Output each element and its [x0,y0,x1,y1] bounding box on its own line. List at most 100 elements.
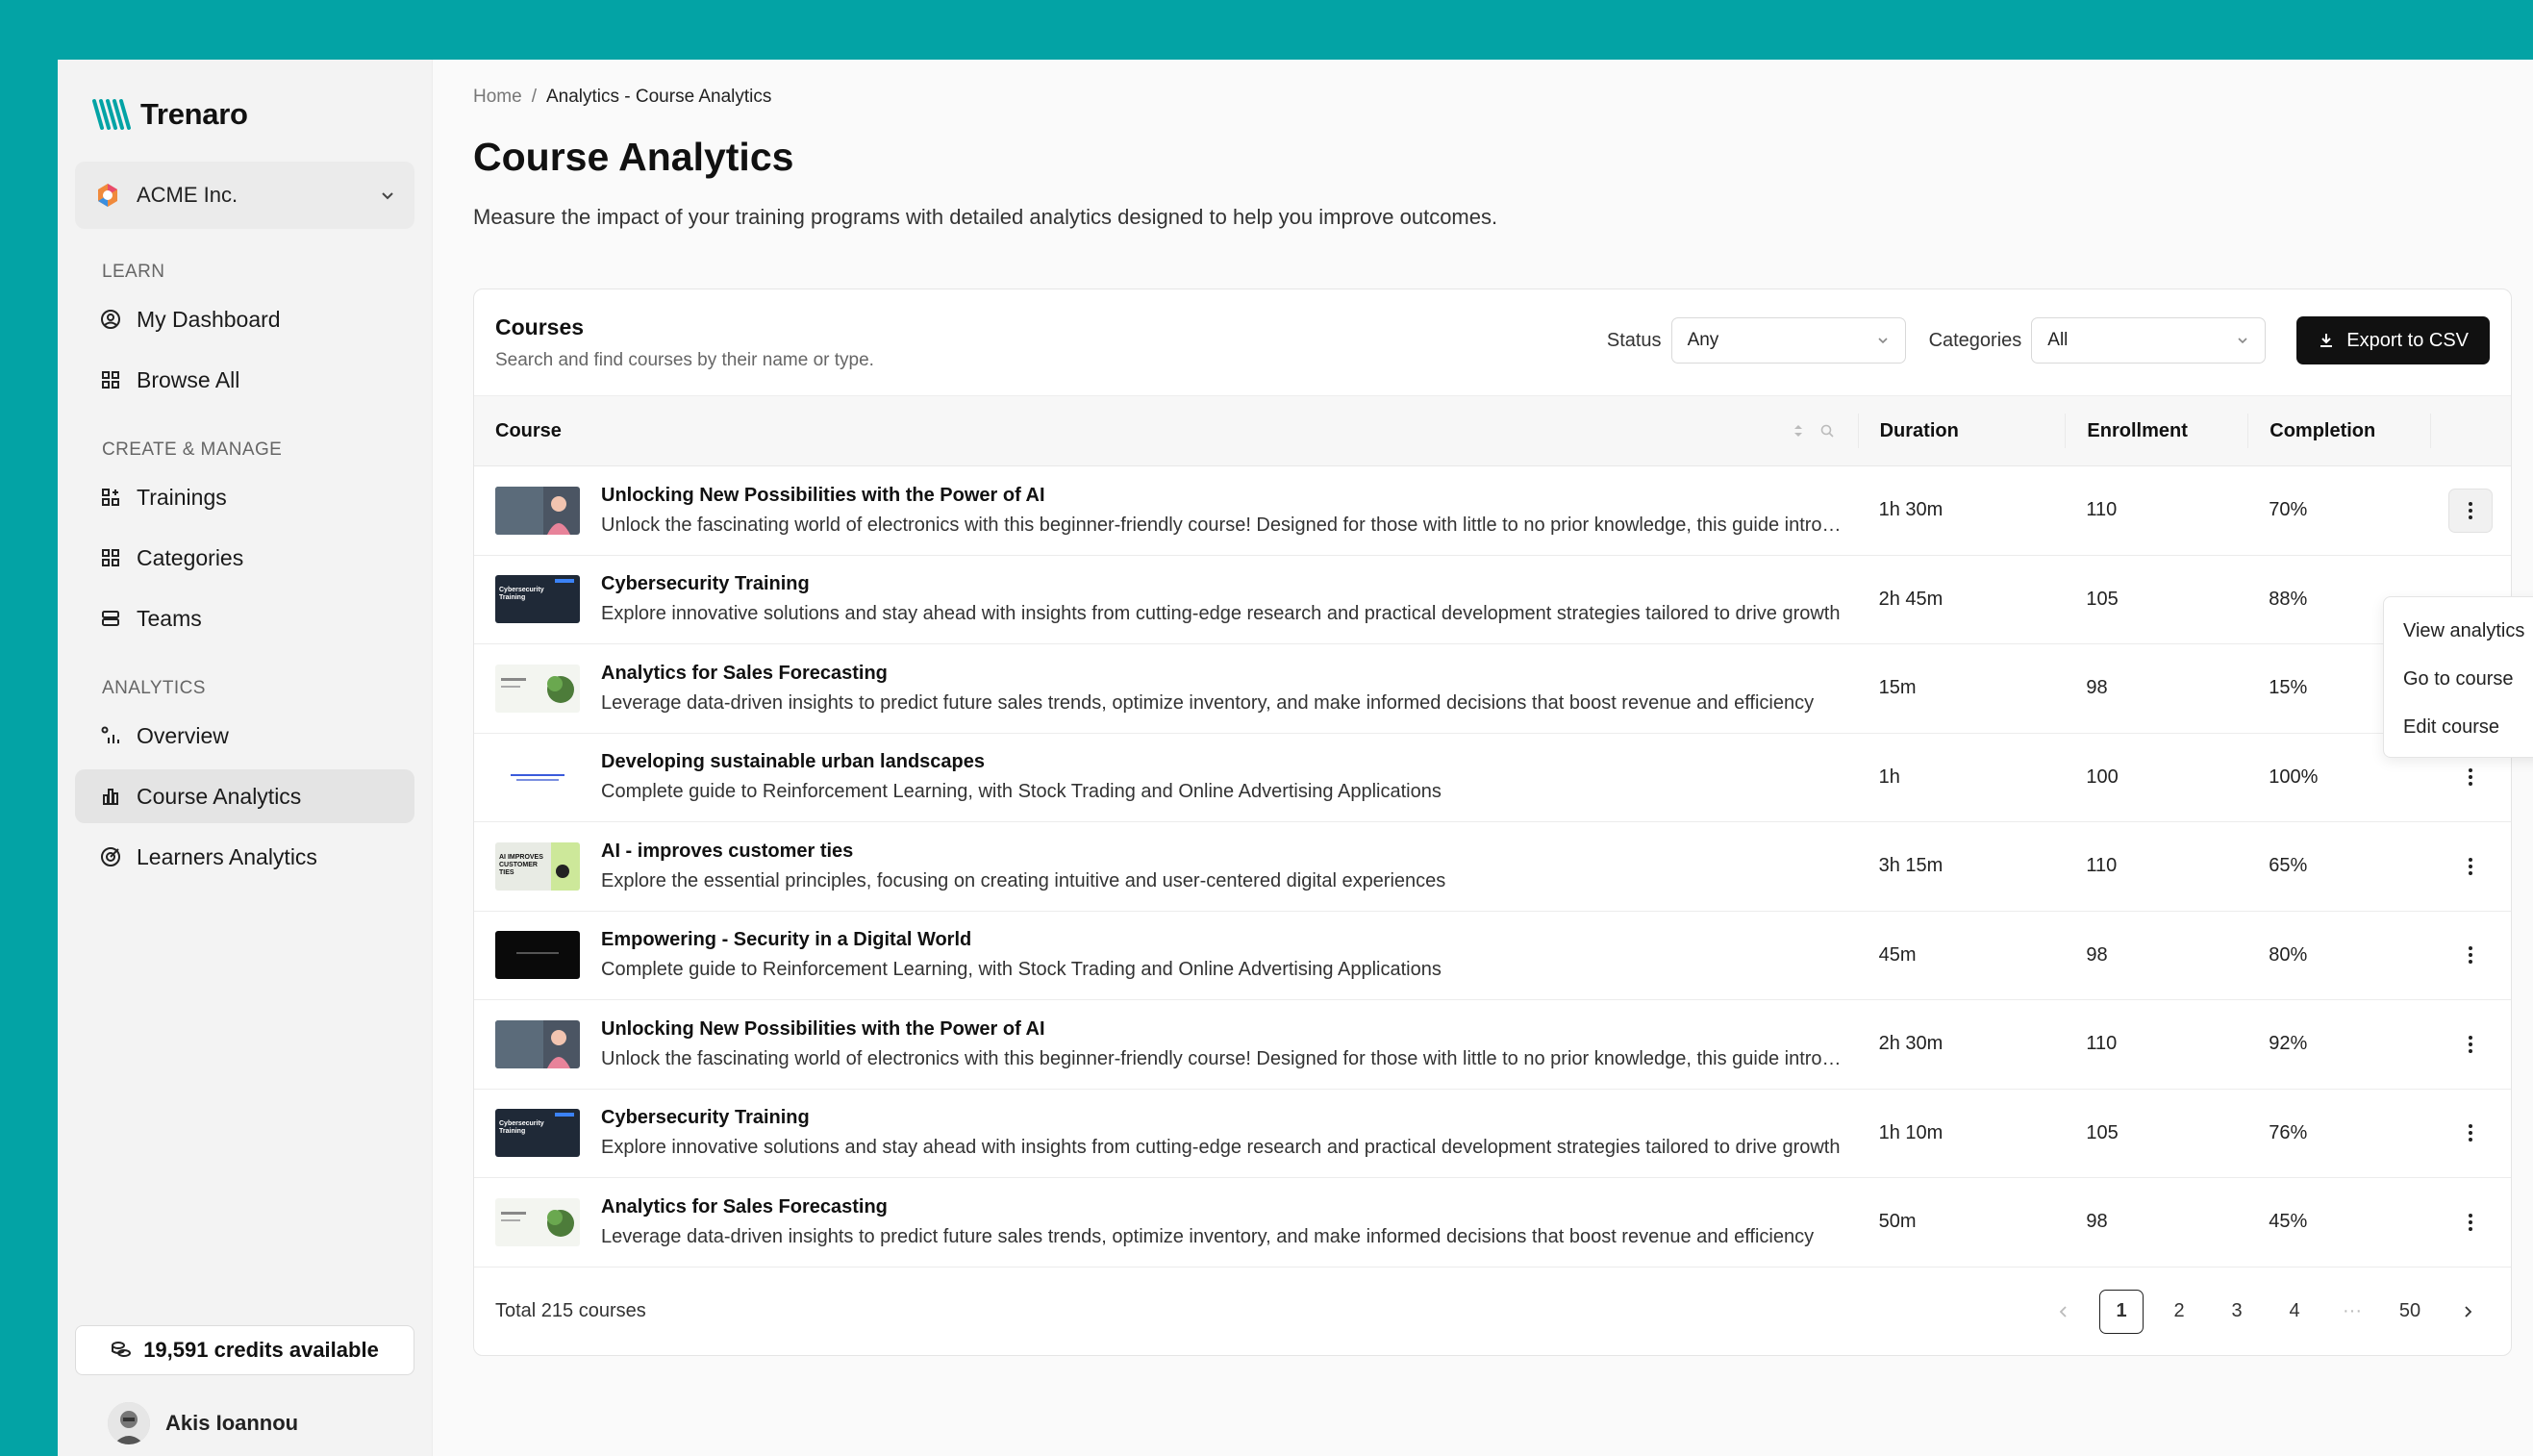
course-title[interactable]: Developing sustainable urban landscapes [601,751,1842,773]
table-row[interactable]: Analytics for Sales Forecasting Leverage… [474,1178,2511,1268]
course-thumbnail: AI IMPROVES CUSTOMER TIES [495,841,580,891]
page-1-button[interactable]: 1 [2099,1289,2144,1334]
duration-cell: 3h 15m [1878,855,1944,877]
more-vertical-icon [2469,946,2473,965]
total-count: Total 215 courses [495,1300,646,1321]
course-description: Leverage data-driven insights to predict… [601,1225,1815,1247]
page-2-button[interactable]: 2 [2157,1290,2201,1334]
sort-icon[interactable] [1793,423,1804,439]
course-title[interactable]: Empowering - Security in a Digital World [601,929,1842,951]
row-actions-button[interactable] [2448,844,2493,889]
duration-cell: 1h 30m [1878,499,1944,521]
more-vertical-icon [2469,1035,2473,1053]
filters: Status Any Categories All Export to CSV [1593,316,2490,364]
enrollment-cell: 110 [2086,499,2118,521]
breadcrumb: Home / Analytics - Course Analytics [473,87,2533,108]
course-description: Complete guide to Reinforcement Learning… [601,959,1442,981]
page-ellipsis: ··· [2343,1300,2362,1321]
course-cell: Analytics for Sales Forecasting Leverage… [474,1178,1858,1267]
completion-cell: 45% [2269,1211,2308,1233]
thumbnail-text: Cybersecurity Training [499,587,544,602]
column-header-completion[interactable]: Completion [2247,414,2430,448]
export-csv-button[interactable]: Export to CSV [2296,316,2490,364]
search-icon[interactable] [1819,423,1835,439]
categories-label: Categories [1928,329,2022,351]
page-3-button[interactable]: 3 [2215,1290,2259,1334]
row-actions-button[interactable] [2448,1200,2493,1244]
more-vertical-icon [2469,768,2473,787]
course-thumbnail [495,931,580,980]
actions-cell [2430,488,2511,533]
table-row[interactable]: Empowering - Security in a Digital World… [474,912,2511,1000]
course-cell: Empowering - Security in a Digital World… [474,912,1858,1000]
table-body: Unlocking New Possibilities with the Pow… [474,466,2511,1268]
table-row[interactable]: AI IMPROVES CUSTOMER TIES AI - improves … [474,822,2511,912]
prev-page-button[interactable] [2042,1290,2086,1334]
next-page-button[interactable] [2445,1290,2490,1334]
enrollment-cell: 110 [2086,1033,2118,1055]
table-row[interactable]: Analytics for Sales Forecasting Leverage… [474,644,2511,734]
table-row[interactable]: Cybersecurity Training Cybersecurity Tra… [474,1090,2511,1178]
actions-cell [2430,849,2511,884]
status-value: Any [1687,330,1719,350]
chevron-down-icon [1877,338,1888,344]
actions-cell [2430,1116,2511,1150]
menu-item-go-to-course[interactable]: Go to course [2384,655,2533,703]
course-title[interactable]: Unlocking New Possibilities with the Pow… [601,485,1842,507]
row-actions-button[interactable] [2448,933,2493,977]
duration-cell: 45m [1878,943,1917,966]
course-cell: Unlocking New Possibilities with the Pow… [474,466,1858,555]
duration-cell: 50m [1878,1211,1917,1233]
more-vertical-icon [2469,1124,2473,1142]
pagination: 1 2 3 4 ··· 50 [2042,1289,2490,1334]
course-description: Explore innovative solutions and stay ah… [601,1137,1841,1159]
courses-card: Courses Search and find courses by their… [473,289,2512,1356]
card-title: Courses [495,314,585,339]
column-header-enrollment[interactable]: Enrollment [2065,414,2247,448]
column-header-course[interactable]: Course [474,396,1858,465]
table-row[interactable]: Unlocking New Possibilities with the Pow… [474,1000,2511,1090]
column-header-duration[interactable]: Duration [1857,414,2066,448]
status-select[interactable]: Any [1670,317,1906,364]
course-title[interactable]: Cybersecurity Training [601,1107,1842,1129]
course-thumbnail [495,486,580,535]
course-cell: AI IMPROVES CUSTOMER TIES AI - improves … [474,822,1858,911]
chevron-right-icon [2465,1305,2472,1318]
row-actions-button[interactable] [2448,1111,2493,1155]
course-description: Unlock the fascinating world of electron… [601,1047,1842,1069]
completion-cell: 65% [2269,855,2308,877]
categories-select[interactable]: All [2031,317,2267,364]
breadcrumb-home[interactable]: Home [473,87,522,108]
table-row[interactable]: Unlocking New Possibilities with the Pow… [474,466,2511,556]
chevron-left-icon [2059,1305,2067,1318]
course-title[interactable]: Analytics for Sales Forecasting [601,663,1842,685]
card-header: Courses Search and find courses by their… [474,289,2511,395]
course-title[interactable]: AI - improves customer ties [601,841,1842,863]
chevron-down-icon [2238,338,2247,344]
menu-item-view-analytics[interactable]: View analytics [2384,607,2533,655]
actions-cell [2430,1027,2511,1062]
course-description: Explore the essential principles, focusi… [601,869,1446,891]
row-actions-button[interactable] [2448,755,2493,799]
enrollment-cell: 98 [2086,677,2108,699]
download-icon [2320,334,2333,347]
course-cell: Analytics for Sales Forecasting Leverage… [474,644,1858,733]
page-4-button[interactable]: 4 [2272,1290,2317,1334]
course-title[interactable]: Analytics for Sales Forecasting [601,1196,1842,1218]
breadcrumb-separator: / [531,87,537,107]
completion-cell: 100% [2269,766,2319,788]
table-row[interactable]: Developing sustainable urban landscapes … [474,734,2511,822]
page-title: Course Analytics [473,135,794,179]
enrollment-cell: 105 [2086,1121,2119,1143]
row-actions-button[interactable] [2448,1022,2493,1067]
row-actions-button[interactable] [2448,488,2494,533]
completion-cell: 76% [2269,1121,2308,1143]
table-row[interactable]: Cybersecurity Training Cybersecurity Tra… [474,556,2511,644]
page-50-button[interactable]: 50 [2388,1290,2432,1334]
menu-item-edit-course[interactable]: Edit course [2384,703,2533,751]
course-title[interactable]: Unlocking New Possibilities with the Pow… [601,1018,1842,1041]
course-title[interactable]: Cybersecurity Training [601,573,1842,595]
course-cell: Developing sustainable urban landscapes … [474,734,1858,822]
course-description: Leverage data-driven insights to predict… [601,691,1815,714]
course-cell: Unlocking New Possibilities with the Pow… [474,1000,1858,1089]
